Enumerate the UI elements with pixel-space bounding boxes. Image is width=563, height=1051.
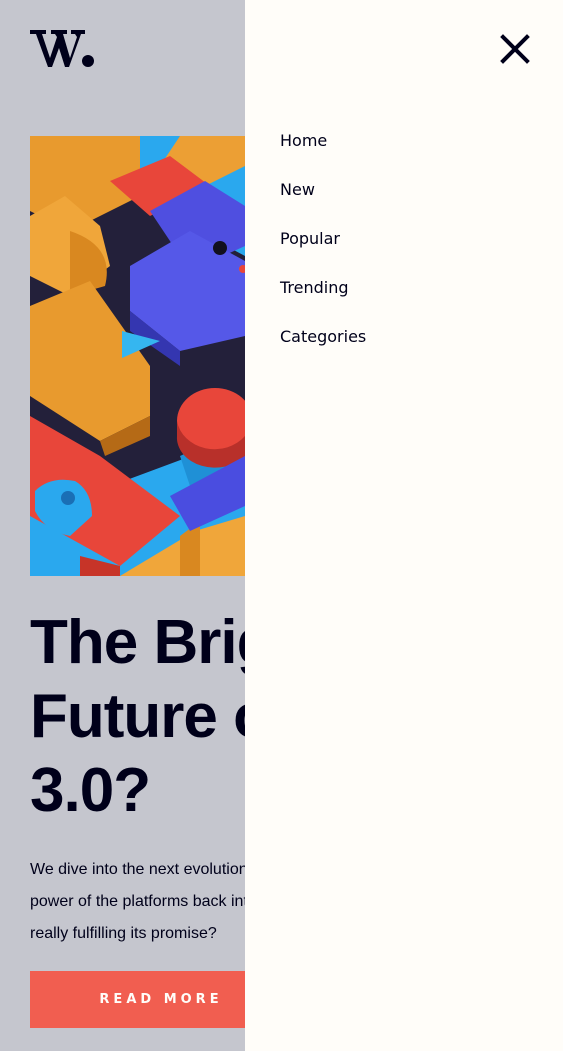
nav-item-new[interactable]: New [280,178,366,202]
nav-drawer: Home New Popular Trending Categories [245,0,563,1051]
close-icon [500,34,530,64]
nav-item-categories[interactable]: Categories [280,325,366,349]
nav-item-home[interactable]: Home [280,129,366,153]
nav-item-popular[interactable]: Popular [280,227,366,251]
nav-item-trending[interactable]: Trending [280,276,366,300]
logo-mark [30,30,94,67]
site-logo[interactable] [30,28,96,70]
close-button[interactable] [500,34,530,64]
drawer-nav: Home New Popular Trending Categories [280,129,366,374]
